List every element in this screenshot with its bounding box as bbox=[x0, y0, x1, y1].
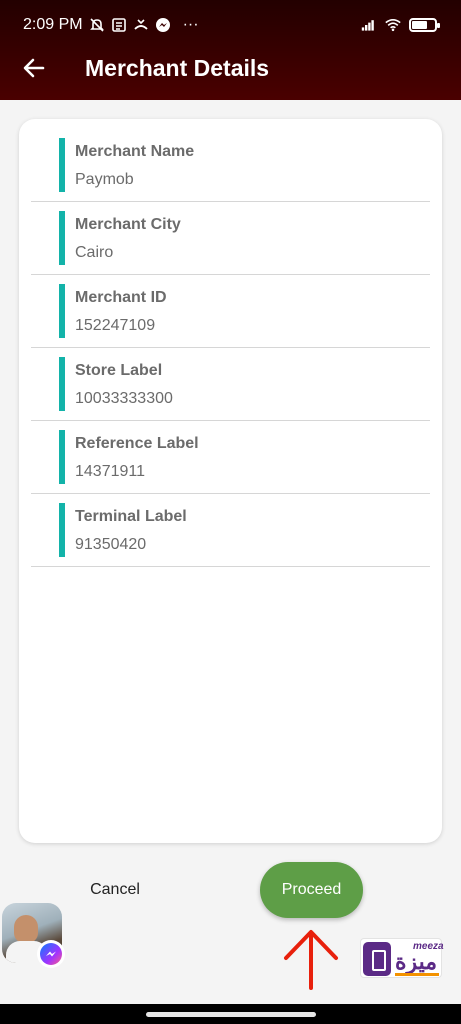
home-gesture-handle[interactable] bbox=[146, 1012, 316, 1017]
status-time: 2:09 PM bbox=[23, 16, 83, 33]
system-nav-bar bbox=[0, 1004, 461, 1024]
accent-bar bbox=[59, 430, 65, 484]
detail-row-store-label: Store Label 10033333300 bbox=[31, 348, 430, 421]
detail-label: Reference Label bbox=[75, 435, 199, 452]
detail-value: 14371911 bbox=[75, 463, 145, 480]
detail-row-reference-label: Reference Label 14371911 bbox=[31, 421, 430, 494]
battery-icon bbox=[409, 18, 440, 32]
battery-level bbox=[412, 21, 428, 29]
detail-value: Paymob bbox=[75, 171, 134, 188]
signal-icon bbox=[361, 17, 377, 33]
detail-value: Cairo bbox=[75, 244, 114, 261]
arrow-left-icon bbox=[23, 58, 45, 78]
accent-bar bbox=[59, 503, 65, 557]
page-title: Merchant Details bbox=[85, 54, 270, 81]
accent-bar bbox=[59, 284, 65, 338]
detail-value: 152247109 bbox=[75, 317, 156, 334]
accent-bar bbox=[59, 138, 65, 192]
detail-label: Terminal Label bbox=[75, 508, 187, 525]
merchant-details-card: Merchant Name Paymob Merchant City Cairo… bbox=[19, 119, 442, 843]
phone-icon bbox=[363, 942, 391, 976]
meeza-logo: meeza ميزة bbox=[360, 938, 444, 978]
avatar bbox=[14, 915, 38, 943]
accent-bar bbox=[59, 211, 65, 265]
detail-row-merchant-id: Merchant ID 152247109 bbox=[31, 275, 430, 348]
app-bar: Merchant Details bbox=[0, 46, 461, 90]
detail-value: 10033333300 bbox=[75, 390, 173, 407]
proceed-button[interactable]: Proceed bbox=[260, 862, 363, 918]
logo-stripe bbox=[395, 973, 439, 976]
detail-label: Merchant ID bbox=[75, 289, 167, 306]
detail-value: 91350420 bbox=[75, 536, 147, 553]
call-forward-icon bbox=[133, 17, 149, 33]
detail-label: Store Label bbox=[75, 362, 163, 379]
more-notifications: ··· bbox=[182, 16, 199, 33]
back-button[interactable] bbox=[14, 48, 54, 88]
wifi-icon bbox=[385, 17, 401, 33]
cancel-button[interactable]: Cancel bbox=[70, 870, 160, 910]
detail-row-merchant-city: Merchant City Cairo bbox=[31, 202, 430, 275]
meeza-logo-arabic: ميزة bbox=[395, 949, 438, 974]
detail-label: Merchant City bbox=[75, 216, 181, 233]
status-bar: 2:09 PM ··· bbox=[0, 0, 461, 50]
messenger-icon bbox=[37, 940, 65, 968]
messenger-icon bbox=[155, 17, 171, 33]
detail-row-merchant-name: Merchant Name Paymob bbox=[31, 129, 430, 202]
mute-bell-icon bbox=[89, 17, 105, 33]
header: 2:09 PM ··· Merchant Details bbox=[0, 0, 461, 100]
detail-row-terminal-label: Terminal Label 91350420 bbox=[31, 494, 430, 567]
detail-label: Merchant Name bbox=[75, 143, 195, 160]
newspaper-icon bbox=[111, 17, 127, 33]
accent-bar bbox=[59, 357, 65, 411]
messenger-badge bbox=[40, 943, 62, 965]
red-up-arrow-icon bbox=[281, 928, 341, 990]
